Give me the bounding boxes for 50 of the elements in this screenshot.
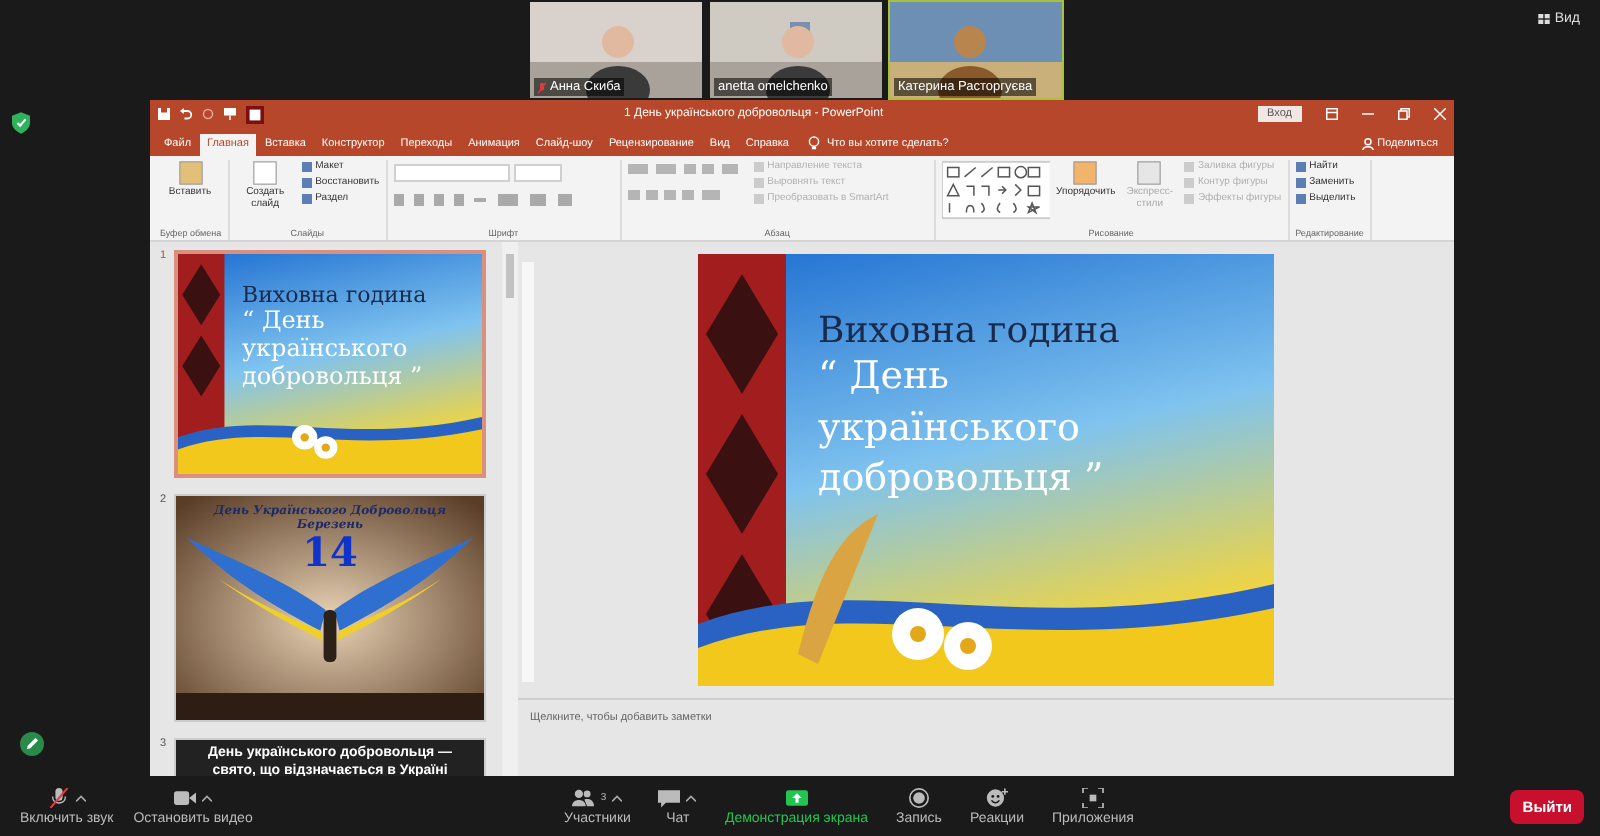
- square-icon: [753, 193, 764, 203]
- undo-icon[interactable]: [180, 108, 192, 120]
- font-name-field[interactable]: [393, 164, 510, 182]
- square-icon: [1295, 161, 1306, 171]
- ribbon-options-icon[interactable]: [1326, 108, 1338, 120]
- chat-bubble-icon: [658, 787, 681, 807]
- square-icon: [753, 177, 764, 187]
- square-icon: [301, 193, 312, 203]
- slide-title: Виховна година: [242, 282, 429, 308]
- grid-icon: [1538, 14, 1551, 24]
- smiley-icon: [985, 787, 1008, 807]
- square-icon: [1072, 160, 1099, 186]
- caret-icon[interactable]: [686, 793, 697, 801]
- restore-icon[interactable]: [1398, 108, 1410, 120]
- caret-icon[interactable]: [75, 793, 86, 801]
- record-icon: [907, 787, 930, 807]
- minimize-icon[interactable]: [1362, 108, 1374, 120]
- person-icon: [1361, 138, 1374, 150]
- save-icon[interactable]: [158, 108, 170, 120]
- muted-mic-icon: [47, 787, 70, 807]
- pencil-icon[interactable]: [20, 732, 44, 756]
- slide-date-number: 14: [302, 532, 358, 572]
- scrollbar[interactable]: [502, 242, 518, 776]
- square-icon: [753, 161, 764, 171]
- square-icon: [1183, 193, 1194, 203]
- square-icon: [177, 160, 203, 186]
- caret-icon[interactable]: [612, 793, 623, 801]
- square-icon: [1295, 177, 1306, 187]
- square-icon: [1136, 160, 1163, 186]
- people-icon: [572, 787, 595, 807]
- square-icon: [1183, 161, 1194, 171]
- share-screen-icon: [785, 787, 808, 807]
- close-icon[interactable]: [1434, 108, 1446, 120]
- slide-title: Виховна година: [818, 310, 1122, 352]
- slideshow-icon[interactable]: [224, 108, 236, 120]
- square-icon: [301, 177, 312, 187]
- square-icon: [1183, 177, 1194, 187]
- apps-icon: [1081, 787, 1104, 807]
- square-icon: [301, 161, 312, 171]
- slide-subtitle: “ День українського добровольця ”: [818, 352, 1106, 505]
- caret-icon[interactable]: [202, 793, 213, 801]
- slide-subtitle: “ День українського добровольця ”: [242, 308, 425, 391]
- lightbulb-icon: [808, 136, 821, 150]
- stop-icon[interactable]: [246, 105, 264, 123]
- square-icon: [1295, 193, 1306, 203]
- font-size-field[interactable]: [513, 164, 562, 182]
- shapes-gallery[interactable]: [941, 160, 1051, 220]
- slide-thumbnail[interactable]: Виховна година “ День українського добровольця ”: [174, 250, 486, 478]
- video-camera-icon: [174, 787, 197, 807]
- shield-icon[interactable]: [12, 112, 30, 134]
